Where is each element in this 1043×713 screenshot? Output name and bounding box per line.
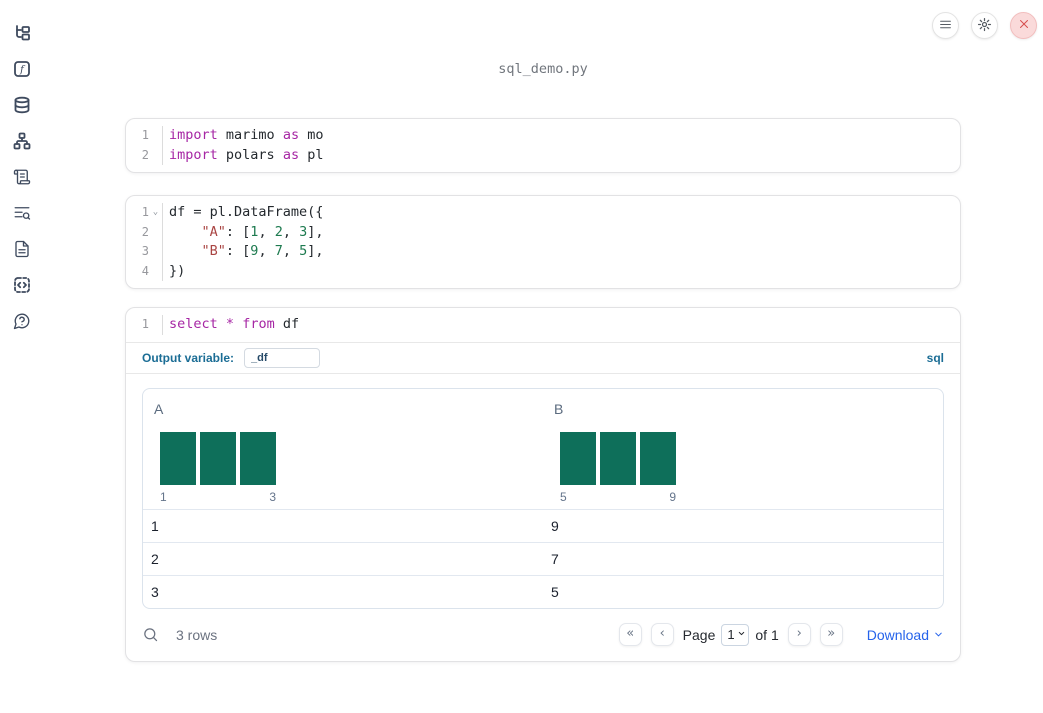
code-line[interactable]: 1 import marimo as mo xyxy=(126,126,960,146)
code-editor[interactable]: 1 import marimo as mo 2 import polars as pl xyxy=(126,119,960,172)
column-histogram xyxy=(560,431,933,485)
table-footer: 3 rows « ‹ Page 1 of 1 › » Download xyxy=(126,609,960,661)
table-cell: 2 xyxy=(151,550,159,567)
pagination: « ‹ Page 1 of 1 › » Download xyxy=(618,623,944,646)
line-number-gutter: 1 xyxy=(126,315,163,335)
search-icon[interactable] xyxy=(142,626,159,643)
code-editor[interactable]: 1 ⌄ df = pl.DataFrame({2 "A": [1, 2, 3], 3 … xyxy=(126,196,960,288)
notebook: sql_demo.py 1 import marimo as mo 2 import … xyxy=(125,0,961,662)
sql-toolbar: Output variable: sql xyxy=(126,343,960,374)
histogram-bar xyxy=(600,431,636,485)
histogram-bar xyxy=(560,431,596,485)
snippets-icon[interactable] xyxy=(13,276,31,294)
histogram-bar xyxy=(240,431,276,485)
column-histogram xyxy=(160,431,533,485)
code-line[interactable]: 1 select * from df xyxy=(126,315,960,335)
table-row[interactable]: 35 xyxy=(143,576,943,608)
marimo-app: f sql_demo.py 1 import marimo as mo 2 im… xyxy=(0,0,1043,713)
page-select[interactable]: 1 xyxy=(721,623,750,646)
table-cell: 3 xyxy=(151,583,159,600)
sql-editor[interactable]: 1 select * from df xyxy=(126,308,960,343)
table-row[interactable]: 27 xyxy=(143,543,943,576)
table-row[interactable]: 19 xyxy=(143,510,943,543)
chevron-down-icon xyxy=(933,627,944,643)
svg-text:f: f xyxy=(19,65,26,76)
dependency-graph-icon[interactable] xyxy=(13,132,31,150)
line-number-gutter: 3 xyxy=(126,242,163,262)
table-body: 192735 xyxy=(143,510,943,608)
table-cell: 9 xyxy=(551,517,559,534)
document-icon[interactable] xyxy=(13,240,31,258)
settings-button[interactable] xyxy=(971,12,998,39)
output-variable-label: Output variable: xyxy=(142,350,235,365)
page-label: Page xyxy=(682,626,716,643)
code-cell-imports: 1 import marimo as mo 2 import polars as pl xyxy=(125,118,961,173)
table-cell: 5 xyxy=(551,583,559,600)
histogram-axis: 59 xyxy=(560,489,676,504)
table-header-row: A 13 B 59 xyxy=(143,389,943,510)
sidebar: f xyxy=(0,0,44,713)
function-icon[interactable]: f xyxy=(13,60,31,78)
code-line[interactable]: 1 ⌄ df = pl.DataFrame({ xyxy=(126,203,960,223)
line-number-gutter: 1 ⌄ xyxy=(126,203,163,223)
dataframe-table: A13B59 192735 xyxy=(142,387,944,609)
file-tree-icon[interactable] xyxy=(13,24,31,42)
column-name: B xyxy=(554,400,564,417)
code-line[interactable]: 3 "B": [9, 7, 5], xyxy=(126,242,960,262)
line-number-gutter: 2 xyxy=(126,145,163,165)
table-cell: 1 xyxy=(151,517,159,534)
fold-chevron-icon[interactable]: ⌄ xyxy=(149,203,162,223)
sql-cell: 1select * from df Output variable: sql A… xyxy=(125,307,961,662)
line-number-gutter: 4 xyxy=(126,261,163,281)
gear-icon xyxy=(977,17,992,35)
code-line[interactable]: 2 import polars as pl xyxy=(126,145,960,165)
column-name: A xyxy=(154,400,164,417)
download-label: Download xyxy=(866,626,929,643)
last-page-button[interactable]: » xyxy=(819,623,843,646)
output-variable-input[interactable] xyxy=(244,347,321,368)
histogram-bar xyxy=(160,431,196,485)
list-search-icon[interactable] xyxy=(13,204,31,222)
download-button[interactable]: Download xyxy=(867,627,944,643)
row-count: 3 rows xyxy=(176,626,218,643)
page-of-label: of 1 xyxy=(755,626,779,643)
close-icon xyxy=(1018,18,1030,33)
code-line[interactable]: 2 "A": [1, 2, 3], xyxy=(126,222,960,242)
scroll-logs-icon[interactable] xyxy=(13,168,31,186)
line-number-gutter: 1 xyxy=(126,126,163,146)
next-page-button[interactable]: › xyxy=(787,623,811,646)
prev-page-button[interactable]: ‹ xyxy=(650,623,674,646)
help-icon[interactable] xyxy=(13,312,31,330)
code-cell-dataframe: 1 ⌄ df = pl.DataFrame({2 "A": [1, 2, 3], 3 … xyxy=(125,195,961,289)
histogram-axis: 13 xyxy=(160,489,276,504)
column-header[interactable]: A 13 xyxy=(143,389,543,509)
histogram-bar xyxy=(200,431,236,485)
sql-language-badge: sql xyxy=(926,350,944,365)
shutdown-button[interactable] xyxy=(1010,12,1037,39)
table-cell: 7 xyxy=(551,550,559,567)
code-line[interactable]: 4}) xyxy=(126,261,960,281)
first-page-button[interactable]: « xyxy=(618,623,642,646)
notebook-filename: sql_demo.py xyxy=(498,61,588,77)
database-icon[interactable] xyxy=(13,96,31,114)
histogram-bar xyxy=(640,431,676,485)
column-header[interactable]: B 59 xyxy=(543,389,943,509)
line-number-gutter: 2 xyxy=(126,222,163,242)
